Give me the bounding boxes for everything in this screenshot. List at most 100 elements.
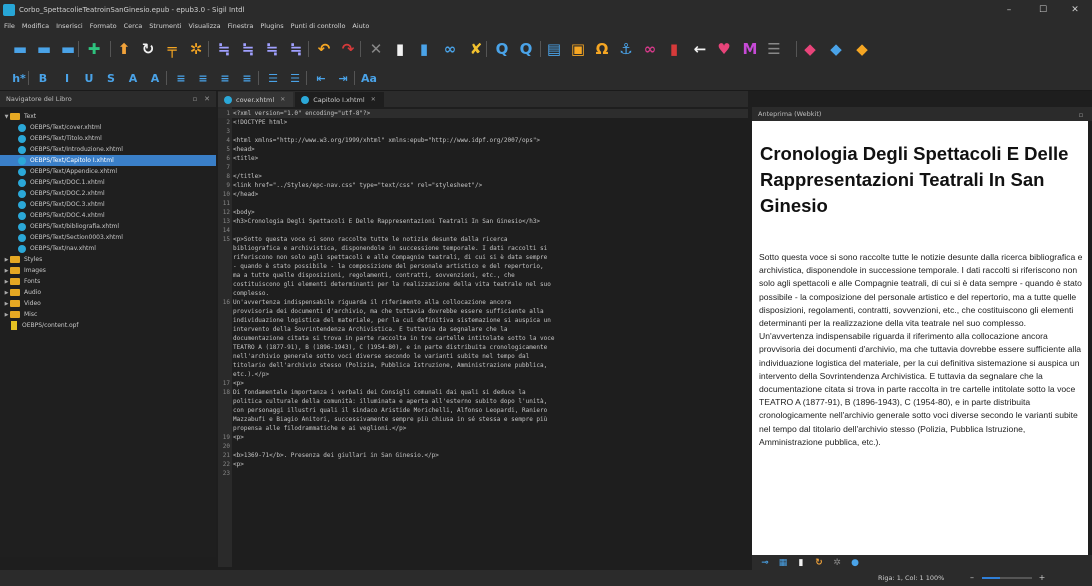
tree-file[interactable]: OEBPS/Text/DOC.3.xhtml xyxy=(0,199,216,210)
link-icon[interactable]: ∞ xyxy=(440,39,460,59)
arrow-up-icon[interactable]: ⬆ xyxy=(114,39,134,59)
superscript-icon[interactable]: A xyxy=(146,70,164,86)
expand-arrow-icon[interactable]: ▶ xyxy=(3,279,10,285)
tree-folder[interactable]: ▶ Images xyxy=(0,265,216,276)
tree-folder[interactable]: ▶ Audio xyxy=(0,287,216,298)
close-button[interactable]: ✕ xyxy=(1058,0,1092,19)
inspect-icon[interactable]: ⊸ xyxy=(758,556,772,569)
expand-arrow-icon[interactable]: ▶ xyxy=(3,257,10,263)
tree-folder[interactable]: ▶ Styles xyxy=(0,254,216,265)
menu-strumenti[interactable]: Strumenti xyxy=(149,22,181,30)
expand-arrow-icon[interactable]: ▶ xyxy=(3,301,10,307)
float-dock-icon[interactable]: ▫ xyxy=(190,91,200,107)
menu-visualizza[interactable]: Visualizza xyxy=(189,22,221,30)
numbered-list-icon[interactable]: ☰ xyxy=(286,70,304,86)
heading-remove-icon[interactable]: ≒ xyxy=(262,39,282,59)
anchor-icon[interactable]: ⚓ xyxy=(616,39,636,59)
align-left-icon[interactable]: ≡ xyxy=(172,70,190,86)
copy-view-icon[interactable]: ▦ xyxy=(776,556,790,569)
bold-icon[interactable]: B xyxy=(34,70,52,86)
heading-level-icon[interactable]: h* xyxy=(10,70,28,86)
tree-file[interactable]: OEBPS/Text/DOC.2.xhtml xyxy=(0,188,216,199)
menu-inserisci[interactable]: Inserisci xyxy=(56,22,83,30)
open-file-icon[interactable]: ▬ xyxy=(34,39,54,59)
expand-arrow-icon[interactable]: ▶ xyxy=(3,312,10,318)
tree-file[interactable]: OEBPS/Text/DOC.1.xhtml xyxy=(0,177,216,188)
zoom-in-button[interactable]: + xyxy=(1036,573,1048,583)
heading-down-icon[interactable]: ≒ xyxy=(238,39,258,59)
align-center-icon[interactable]: ≡ xyxy=(194,70,212,86)
menu-finestra[interactable]: Finestra xyxy=(228,22,254,30)
bookmark-icon[interactable]: ▮ xyxy=(664,39,684,59)
tree-file[interactable]: OEBPS/Text/cover.xhtml xyxy=(0,122,216,133)
heading-up-icon[interactable]: ≒ xyxy=(214,39,234,59)
gear-icon[interactable]: ✲ xyxy=(186,39,206,59)
code-editor[interactable]: 1 <?xml version="1.0" encoding="utf-8"?> 2… xyxy=(218,107,748,567)
copy-icon[interactable]: ▮ xyxy=(390,39,410,59)
hyperlink-icon[interactable]: ∞ xyxy=(640,39,660,59)
list-icon[interactable]: ☰ xyxy=(764,39,784,59)
menu-cerca[interactable]: Cerca xyxy=(124,22,143,30)
find-replace-icon[interactable]: Q xyxy=(516,39,536,59)
tree-folder[interactable]: ▼ Text xyxy=(0,111,216,122)
menu-modifica[interactable]: Modifica xyxy=(22,22,49,30)
reload-preview-icon[interactable]: ↻ xyxy=(812,556,826,569)
metadata-icon[interactable]: M xyxy=(740,39,760,59)
case-icon[interactable]: Aa xyxy=(360,70,378,86)
tree-file[interactable]: OEBPS/Text/Section0003.xhtml xyxy=(0,232,216,243)
special-char-icon[interactable]: Ω xyxy=(592,39,612,59)
plugin-a-icon[interactable]: ◆ xyxy=(800,39,820,59)
menu-file[interactable]: File xyxy=(4,22,15,30)
tree-file[interactable]: OEBPS/Text/Appendice.xhtml xyxy=(0,166,216,177)
justify-icon[interactable]: ≡ xyxy=(238,70,256,86)
align-right-icon[interactable]: ≡ xyxy=(216,70,234,86)
expand-arrow-icon[interactable]: ▶ xyxy=(3,290,10,296)
back-icon[interactable]: ← xyxy=(690,39,710,59)
file-view-icon[interactable]: ▮ xyxy=(794,556,808,569)
zoom-slider[interactable] xyxy=(982,577,1032,579)
tree-file[interactable]: OEBPS/Text/Capitolo I.xhtml xyxy=(0,155,216,166)
zoom-out-button[interactable]: – xyxy=(966,573,978,583)
validate-icon[interactable]: ✘ xyxy=(466,39,486,59)
menu-plugins[interactable]: Plugins xyxy=(260,22,283,30)
close-dock-icon[interactable]: ✕ xyxy=(202,91,212,107)
tree-folder[interactable]: ▶ Misc xyxy=(0,309,216,320)
strikethrough-icon[interactable]: S xyxy=(102,70,120,86)
close-tab-icon[interactable]: ✕ xyxy=(280,96,285,103)
split-icon[interactable]: ╤ xyxy=(162,39,182,59)
heading-clear-icon[interactable]: ≒ xyxy=(286,39,306,59)
bulleted-list-icon[interactable]: ☰ xyxy=(264,70,282,86)
redo-icon[interactable]: ↷ xyxy=(338,39,358,59)
refresh-icon[interactable]: ↻ xyxy=(138,39,158,59)
tree-file[interactable]: OEBPS/Text/Titolo.xhtml xyxy=(0,133,216,144)
plugin-b-icon[interactable]: ◆ xyxy=(826,39,846,59)
plugin-c-icon[interactable]: ◆ xyxy=(852,39,872,59)
editor-tab[interactable]: cover.xhtml ✕ xyxy=(218,92,294,107)
new-file-icon[interactable]: ▬ xyxy=(10,39,30,59)
image-icon[interactable]: ▣ xyxy=(568,39,588,59)
undo-icon[interactable]: ↶ xyxy=(314,39,334,59)
tree-file[interactable]: OEBPS/Text/nav.xhtml xyxy=(0,243,216,254)
tree-file[interactable]: OEBPS/Text/DOC.4.xhtml xyxy=(0,210,216,221)
subscript-icon[interactable]: A xyxy=(124,70,142,86)
paste-icon[interactable]: ▮ xyxy=(414,39,434,59)
italic-icon[interactable]: I xyxy=(58,70,76,86)
tree-file[interactable]: OEBPS/Text/bibliografia.xhtml xyxy=(0,221,216,232)
tree-file[interactable]: OEBPS/content.opf xyxy=(0,320,216,331)
indent-decrease-icon[interactable]: ⇤ xyxy=(312,70,330,86)
minimize-button[interactable]: – xyxy=(992,0,1026,19)
editor-tab[interactable]: Capitolo I.xhtml ✕ xyxy=(295,92,384,107)
menu-formato[interactable]: Formato xyxy=(90,22,117,30)
close-tab-icon[interactable]: ✕ xyxy=(371,96,376,103)
maximize-button[interactable]: ☐ xyxy=(1026,0,1060,19)
collapse-arrow-icon[interactable]: ▼ xyxy=(3,114,10,120)
menu-punti-di-controllo[interactable]: Punti di controllo xyxy=(291,22,346,30)
heart-icon[interactable]: ♥ xyxy=(714,39,734,59)
toc-icon[interactable]: ▤ xyxy=(544,39,564,59)
cut-icon[interactable]: ✕ xyxy=(366,39,386,59)
settings-preview-icon[interactable]: ✲ xyxy=(830,556,844,569)
tree-folder[interactable]: ▶ Video xyxy=(0,298,216,309)
tree-file[interactable]: OEBPS/Text/Introduzione.xhtml xyxy=(0,144,216,155)
expand-arrow-icon[interactable]: ▶ xyxy=(3,268,10,274)
underline-icon[interactable]: U xyxy=(80,70,98,86)
